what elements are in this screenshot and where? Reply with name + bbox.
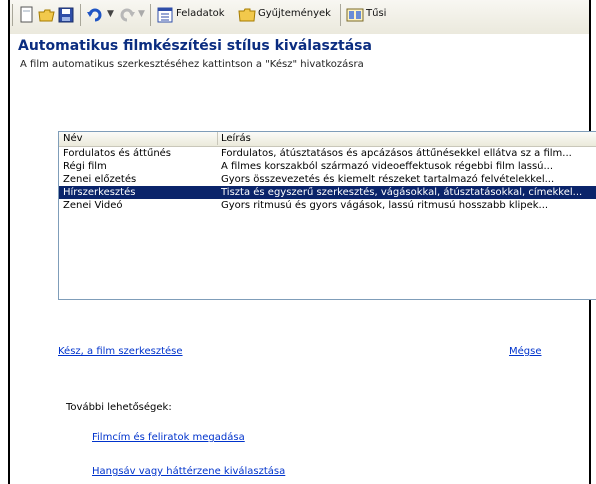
list-item[interactable]: Régi film A filmes korszakból származó v… [59,160,596,173]
list-item[interactable]: Fordulatos és áttűnés Fordulatos, átúszt… [59,147,596,160]
item-name: Fordulatos és áttűnés [63,148,172,159]
style-list[interactable]: Név Leírás Fordulatos és áttűnés Fordula… [58,131,596,300]
list-header: Név Leírás [59,132,596,147]
select-music-link[interactable]: Hangsáv vagy háttérzene kiválasztása [92,466,285,477]
tasks-button[interactable]: Feladatok [176,8,225,19]
item-name: Zenei Videó [63,200,123,211]
collections-button[interactable]: Gyűjtemények [258,8,331,19]
more-options-label: További lehetőségek: [66,402,172,413]
item-description: A filmes korszakból származó videoeffekt… [221,161,554,172]
item-name: Régi film [63,161,107,172]
item-description: Gyors ritmusú és gyors vágások, lassú ri… [221,200,549,211]
undo-dropdown-icon[interactable]: ▼ [107,9,114,19]
column-header-description[interactable]: Leírás [217,132,251,145]
wizard-header: Automatikus filmkészítési stílus kiválas… [10,34,589,96]
toolbar: ▼ ▼ Feladatok Gyűjtemények Tűsi [10,0,589,35]
open-folder-icon[interactable] [38,6,56,24]
toolbar-separator [340,4,341,26]
toolbar-separator [12,4,13,26]
list-item[interactable]: Zenei Videó Gyors ritmusú és gyors vágás… [59,199,596,212]
redo-icon [118,6,136,24]
undo-icon[interactable] [86,6,104,24]
page-title: Automatikus filmkészítési stílus kiválas… [18,38,372,54]
storyboard-icon[interactable] [346,6,364,24]
page-subtitle: A film automatikus szerkesztéséhez katti… [20,59,364,70]
collections-icon[interactable] [238,6,256,24]
item-name: Hírszerkesztés [63,187,136,198]
toolbar-separator [80,4,81,26]
item-description: Tiszta és egyszerű szerkesztés, vágásokk… [221,187,583,198]
item-name: Zenei előzetés [63,174,137,185]
item-description: Gyors összevezetés és kiemelt részeket t… [221,174,555,185]
list-item-selected[interactable]: Hírszerkesztés Tiszta és egyszerű szerke… [59,186,596,199]
enter-titles-link[interactable]: Filmcím és feliratok megadása [92,432,245,443]
toolbar-separator [150,4,151,26]
tasks-icon[interactable] [156,6,174,24]
done-link[interactable]: Kész, a film szerkesztése [58,346,183,357]
new-document-icon[interactable] [18,6,36,24]
save-icon[interactable] [57,6,75,24]
storyboard-button[interactable]: Tűsi [366,8,386,19]
list-item[interactable]: Zenei előzetés Gyors összevezetés és kie… [59,173,596,186]
column-header-name[interactable]: Név [63,133,83,144]
cancel-link[interactable]: Mégse [509,346,542,357]
redo-dropdown-icon: ▼ [138,9,145,19]
item-description: Fordulatos, átúsztatásos és apcázásos át… [221,148,572,159]
